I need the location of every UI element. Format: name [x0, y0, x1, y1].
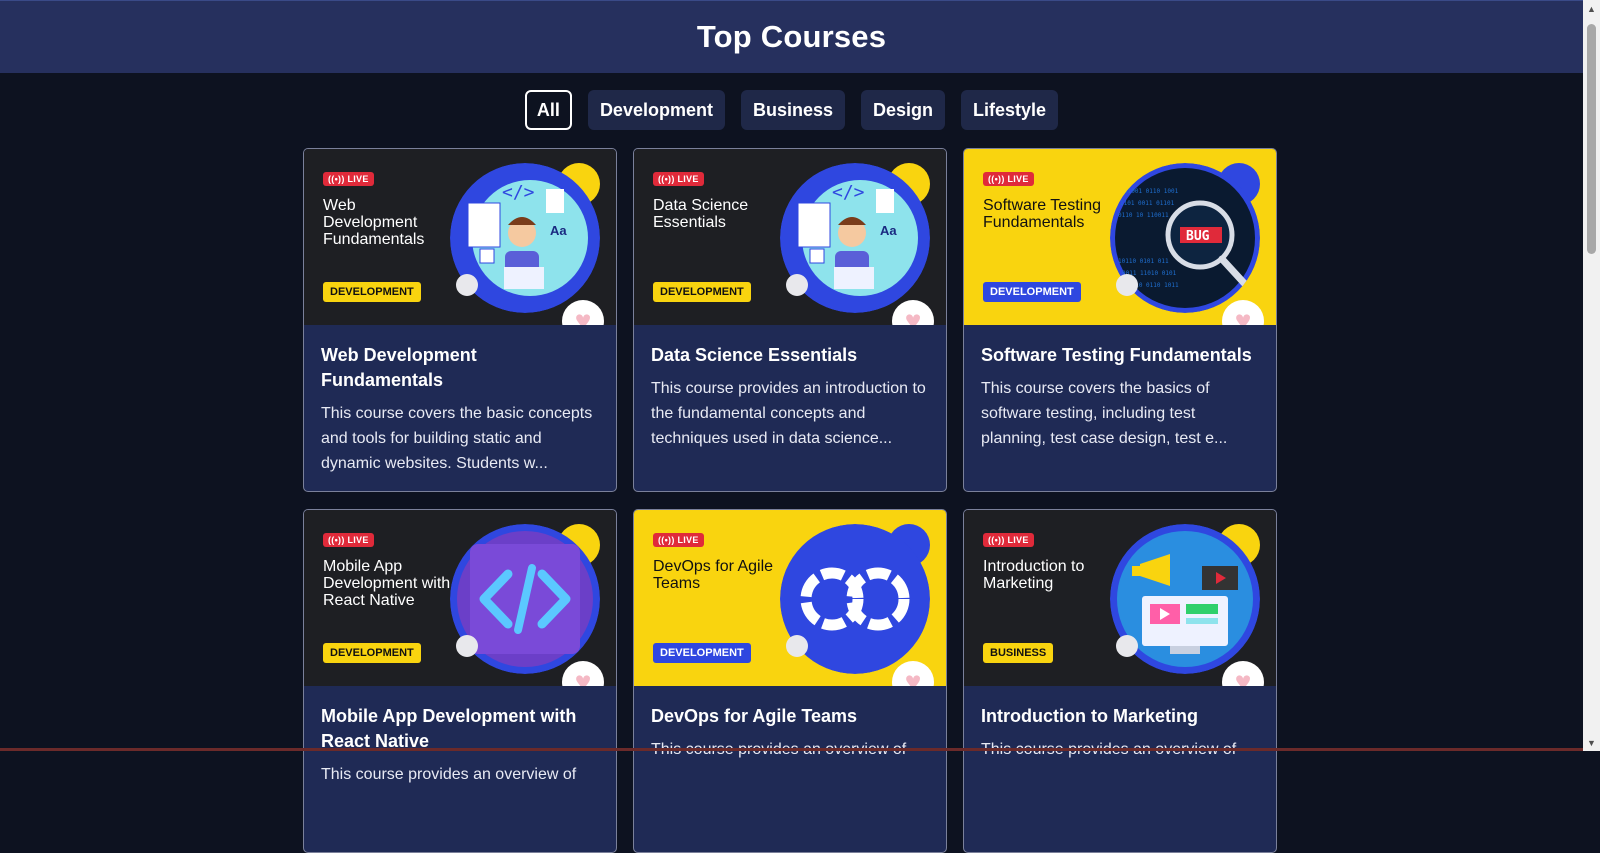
- filter-all[interactable]: All: [524, 90, 572, 130]
- course-thumbnail: ((•)) LIVE DevOps for Agile Teams DEVELO…: [634, 510, 946, 686]
- course-thumbnail: ((•)) LIVE Introduction to Marketing BUS…: [964, 510, 1276, 686]
- live-badge: ((•)) LIVE: [323, 533, 374, 547]
- svg-text:0110 10 110011: 0110 10 110011: [1118, 212, 1169, 219]
- course-card[interactable]: ((•)) LIVE Data Science Essentials DEVEL…: [633, 148, 947, 492]
- svg-text:10110 0101 011: 10110 0101 011: [1118, 258, 1169, 265]
- scroll-down-arrow-icon[interactable]: ▼: [1583, 734, 1600, 751]
- course-description: This course provides an overview of: [321, 766, 577, 783]
- course-title: Software Testing Fundamentals: [981, 345, 1252, 365]
- favorite-heart-icon[interactable]: ♥: [1222, 661, 1264, 686]
- favorite-heart-icon[interactable]: ♥: [562, 300, 604, 325]
- course-card[interactable]: ((•)) LIVE Mobile App Development with R…: [303, 509, 617, 853]
- svg-text:</>: </>: [832, 182, 865, 203]
- category-tag: DEVELOPMENT: [323, 643, 421, 663]
- vertical-scrollbar[interactable]: ▲ ▼: [1583, 0, 1600, 751]
- course-title: Data Science Essentials: [651, 345, 858, 365]
- svg-text:1101 0011 01101: 1101 0011 01101: [1120, 200, 1175, 207]
- live-badge: ((•)) LIVE: [653, 533, 704, 547]
- course-title: Introduction to Marketing: [981, 706, 1198, 726]
- course-title: Web Development Fundamentals: [321, 345, 477, 390]
- favorite-heart-icon[interactable]: ♥: [562, 661, 604, 686]
- filter-business[interactable]: Business: [740, 90, 846, 130]
- bug-label: BUG: [1186, 229, 1210, 244]
- decorative-dot: [1116, 274, 1138, 296]
- svg-text:</>: </>: [502, 182, 535, 203]
- thumbnail-title: Software Testing Fundamentals: [983, 197, 1101, 231]
- filter-lifestyle[interactable]: Lifestyle: [961, 90, 1059, 130]
- live-badge: ((•)) LIVE: [323, 172, 374, 186]
- category-tag: BUSINESS: [983, 643, 1054, 663]
- course-card[interactable]: ((•)) LIVE Web Development Fundamentals …: [303, 148, 617, 492]
- category-tag: DEVELOPMENT: [323, 282, 421, 302]
- live-badge: ((•)) LIVE: [653, 172, 704, 186]
- favorite-heart-icon[interactable]: ♥: [892, 300, 934, 325]
- category-tag: DEVELOPMENT: [653, 282, 751, 302]
- course-description: This course covers the basic concepts an…: [321, 405, 593, 472]
- category-filters: All Development Business Design Lifestyl…: [0, 90, 1583, 130]
- page-title: Top Courses: [696, 19, 887, 54]
- thumbnail-title: DevOps for Agile Teams: [653, 558, 774, 592]
- live-badge: ((•)) LIVE: [983, 172, 1034, 186]
- favorite-heart-icon[interactable]: ♥: [892, 661, 934, 686]
- course-thumbnail: ((•)) LIVE Mobile App Development with R…: [304, 510, 616, 686]
- decorative-dot: [456, 635, 478, 657]
- thumbnail-title: Mobile App Development with React Native: [323, 558, 451, 609]
- decorative-dot: [786, 635, 808, 657]
- thumbnail-title: Data Science Essentials: [653, 197, 749, 231]
- thumbnail-title: Introduction to Marketing: [983, 558, 1085, 592]
- course-card[interactable]: ((•)) LIVE Software Testing Fundamentals…: [963, 148, 1277, 492]
- page-header: Top Courses: [0, 0, 1583, 73]
- course-title: Mobile App Development with React Native: [321, 706, 577, 751]
- svg-text:Aa: Aa: [550, 223, 567, 238]
- decorative-dot: [786, 274, 808, 296]
- thumbnail-title: Web Development Fundamentals: [323, 197, 425, 248]
- scroll-up-arrow-icon[interactable]: ▲: [1583, 0, 1600, 17]
- course-description: This course provides an introduction to …: [651, 380, 926, 447]
- course-thumbnail: ((•)) LIVE Web Development Fundamentals …: [304, 149, 616, 325]
- course-thumbnail: ((•)) LIVE Software Testing Fundamentals…: [964, 149, 1276, 325]
- filter-design[interactable]: Design: [861, 90, 946, 130]
- live-badge: ((•)) LIVE: [983, 533, 1034, 547]
- course-title: DevOps for Agile Teams: [651, 706, 858, 726]
- category-tag: DEVELOPMENT: [983, 282, 1081, 302]
- course-description: This course covers the basics of softwar…: [981, 380, 1228, 447]
- favorite-heart-icon[interactable]: ♥: [1222, 300, 1264, 325]
- course-card[interactable]: ((•)) LIVE DevOps for Agile Teams DEVELO…: [633, 509, 947, 853]
- category-tag: DEVELOPMENT: [653, 643, 751, 663]
- course-card[interactable]: ((•)) LIVE Introduction to Marketing BUS…: [963, 509, 1277, 853]
- svg-text:01001 0110 1001: 01001 0110 1001: [1124, 188, 1179, 195]
- scrollbar-thumb[interactable]: [1587, 24, 1596, 254]
- course-thumbnail: ((•)) LIVE Data Science Essentials DEVEL…: [634, 149, 946, 325]
- filter-development[interactable]: Development: [587, 90, 725, 130]
- svg-text:Aa: Aa: [880, 223, 897, 238]
- decorative-dot: [1116, 635, 1138, 657]
- decorative-dot: [456, 274, 478, 296]
